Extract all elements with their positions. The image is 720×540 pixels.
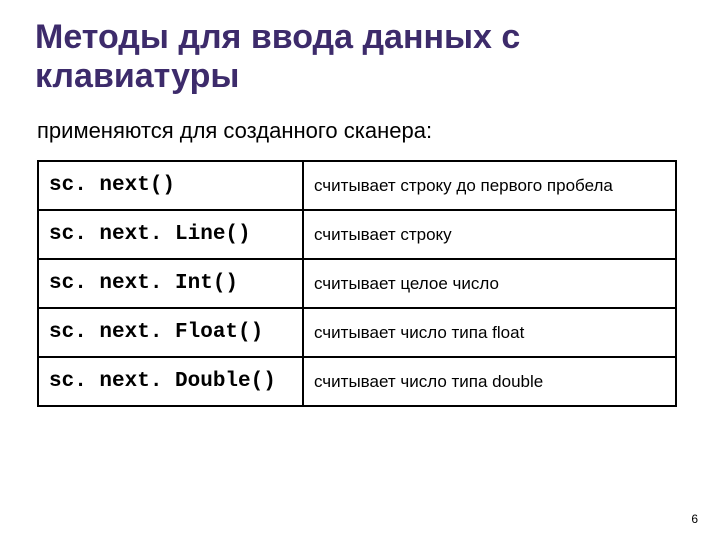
desc-cell: считывает строку xyxy=(303,210,676,259)
page-number: 6 xyxy=(691,512,698,526)
desc-cell: считывает целое число xyxy=(303,259,676,308)
methods-table: sc. next() считывает строку до первого п… xyxy=(37,160,677,407)
table-row: sc. next. Line() считывает строку xyxy=(38,210,676,259)
table-row: sc. next() считывает строку до первого п… xyxy=(38,161,676,210)
method-cell: sc. next. Double() xyxy=(38,357,303,406)
table-row: sc. next. Float() считывает число типа f… xyxy=(38,308,676,357)
slide-title: Методы для ввода данных с клавиатуры xyxy=(35,18,685,96)
desc-cell: считывает число типа double xyxy=(303,357,676,406)
method-cell: sc. next() xyxy=(38,161,303,210)
desc-cell: считывает число типа float xyxy=(303,308,676,357)
slide-subtitle: применяются для созданного сканера: xyxy=(37,118,685,144)
table-row: sc. next. Int() считывает целое число xyxy=(38,259,676,308)
method-cell: sc. next. Int() xyxy=(38,259,303,308)
desc-cell: считывает строку до первого пробела xyxy=(303,161,676,210)
table-row: sc. next. Double() считывает число типа … xyxy=(38,357,676,406)
method-cell: sc. next. Float() xyxy=(38,308,303,357)
method-cell: sc. next. Line() xyxy=(38,210,303,259)
